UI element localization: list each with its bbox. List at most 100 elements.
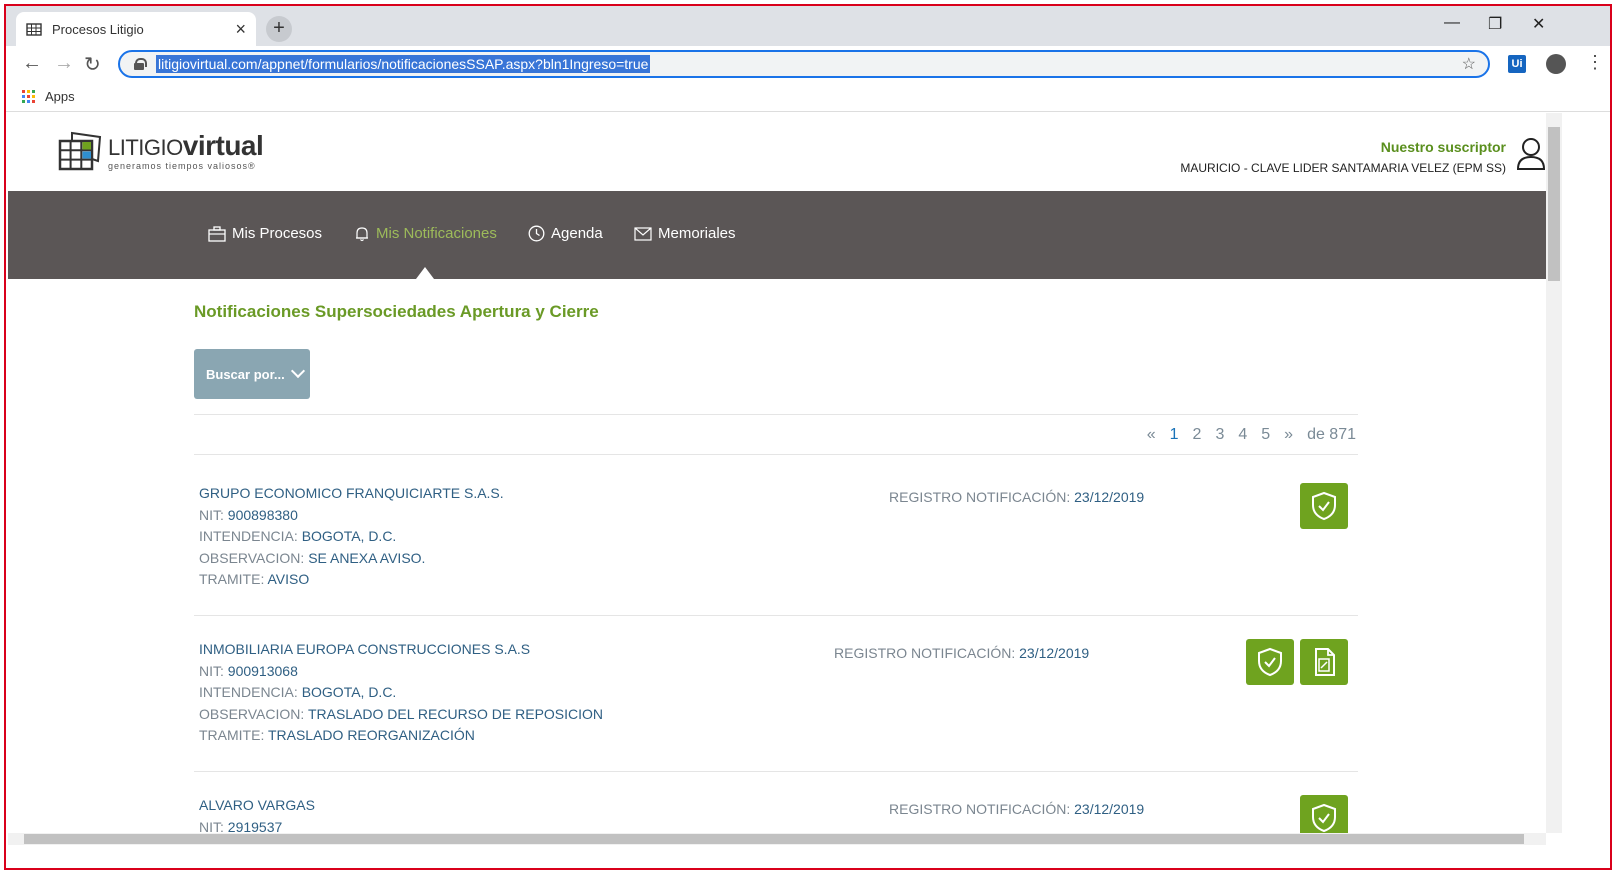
chevron-down-icon [290,363,305,379]
nit-value: 2919537 [227,818,283,834]
observacion-label: OBSERVACION: [199,549,309,566]
nav-agenda[interactable]: Agenda [528,225,603,242]
pager-prev[interactable]: « [1147,426,1156,444]
intendencia-value: BOGOTA, D.C. [301,528,397,544]
user-icon[interactable] [1516,137,1546,171]
apps-grid-icon[interactable] [22,90,35,103]
minimize-icon[interactable]: — [1444,14,1460,32]
nit-label: NIT: [199,662,228,679]
browser-menu-icon[interactable]: ⋮ [1586,52,1604,73]
shield-check-icon [1312,491,1336,521]
vertical-scroll-thumb[interactable] [1548,127,1560,281]
forward-arrow-icon[interactable]: → [54,52,74,75]
close-window-icon[interactable]: ✕ [1532,14,1545,34]
restore-icon[interactable]: ❐ [1488,14,1502,34]
shield-check-button[interactable] [1300,483,1348,529]
nav-label: Agenda [551,225,603,242]
extension-ui-icon[interactable]: Ui [1508,55,1526,73]
clock-icon [528,225,545,242]
shield-check-button[interactable] [1300,795,1348,833]
tramite-value: TRASLADO REORGANIZACIÓN [267,727,475,743]
shield-check-icon [1312,803,1336,833]
company-name[interactable]: INMOBILIARIA EUROPA CONSTRUCCIONES S.A.S [199,639,603,661]
shield-check-icon [1258,647,1282,677]
company-name[interactable]: ALVARO VARGAS [199,795,315,817]
nav-label: Mis Notificaciones [376,225,497,242]
observacion-value: SE ANEXA AVISO. [308,549,426,566]
browser-toolbar: ← → ↻ litigiovirtual.com/appnet/formular… [6,46,1610,82]
registro-date: 23/12/2019 [1074,489,1145,505]
profile-avatar-icon[interactable] [1546,54,1566,74]
divider [194,414,1358,415]
registro-notificacion: REGISTRO NOTIFICACIÓN: 23/12/2019 [889,801,1144,817]
site-logo[interactable]: LITIGIOvirtual generamos tiempos valioso… [58,131,264,171]
pager-page-4[interactable]: 4 [1238,426,1247,444]
company-name[interactable]: GRUPO ECONOMICO FRANQUICIARTE S.A.S. [199,483,504,505]
nav-mis-notificaciones[interactable]: Mis Notificaciones [354,225,497,242]
divider [194,615,1358,616]
registro-notificacion: REGISTRO NOTIFICACIÓN: 23/12/2019 [889,489,1144,505]
nit-value: 900913068 [227,662,298,679]
horizontal-scrollbar[interactable] [8,833,1546,845]
record-details: ALVARO VARGAS NIT: 2919537 [199,795,315,833]
page-viewport: LITIGIOvirtual generamos tiempos valioso… [8,113,1546,833]
pager-page-5[interactable]: 5 [1261,426,1270,444]
pager-page-2[interactable]: 2 [1193,426,1202,444]
pager-next[interactable]: » [1284,426,1293,444]
registro-date: 23/12/2019 [1074,801,1145,817]
record-details: INMOBILIARIA EUROPA CONSTRUCCIONES S.A.S… [199,639,603,747]
site-header: LITIGIOvirtual generamos tiempos valioso… [8,113,1546,191]
tab-close-icon[interactable]: × [235,19,246,40]
nit-label: NIT: [199,506,228,523]
address-bar[interactable]: litigiovirtual.com/appnet/formularios/no… [118,50,1490,78]
observacion-value: TRASLADO DEL RECURSO DE REPOSICION [307,705,604,722]
pager-page-1[interactable]: 1 [1170,426,1179,444]
intendencia-label: INTENDENCIA: [199,528,302,544]
tab-title: Procesos Litigio [52,21,144,37]
tab-favicon-icon [26,21,42,37]
intendencia-label: INTENDENCIA: [199,684,302,700]
vertical-scrollbar[interactable] [1546,113,1562,833]
record-details: GRUPO ECONOMICO FRANQUICIARTE S.A.S. NIT… [199,483,504,591]
search-by-dropdown[interactable]: Buscar por... [194,349,310,399]
new-tab-button[interactable]: + [266,16,292,42]
page-title: Notificaciones Supersociedades Apertura … [194,302,599,321]
notification-row: GRUPO ECONOMICO FRANQUICIARTE S.A.S. NIT… [194,483,1358,623]
document-icon [1315,648,1335,676]
notification-row: INMOBILIARIA EUROPA CONSTRUCCIONES S.A.S… [194,639,1358,779]
apps-bookmark[interactable]: Apps [45,89,75,104]
browser-window: Procesos Litigio × + — ❐ ✕ ← → ↻ litigio… [4,4,1612,870]
pager-total: de 871 [1307,426,1356,443]
subscriber-label: Nuestro suscriptor [1380,139,1506,155]
registro-date: 23/12/2019 [1019,645,1090,661]
back-arrow-icon[interactable]: ← [22,52,42,75]
registro-label: REGISTRO NOTIFICACIÓN: [889,489,1075,505]
nav-label: Mis Procesos [232,225,323,242]
logo-grid-icon [58,131,102,171]
logo-text-light: LITIGIO [108,134,183,160]
shield-check-button[interactable] [1246,639,1294,685]
tab-strip: Procesos Litigio × + — ❐ ✕ [6,6,1610,46]
horizontal-scroll-thumb[interactable] [24,834,1524,844]
pager-page-3[interactable]: 3 [1215,426,1224,444]
lock-icon [134,58,147,70]
intendencia-value: BOGOTA, D.C. [301,684,397,700]
envelope-icon [634,226,652,241]
bookmark-star-icon[interactable]: ☆ [1462,54,1476,74]
subscriber-info: Nuestro suscriptor MAURICIO - CLAVE LIDE… [1180,139,1506,175]
observacion-label: OBSERVACION: [199,705,308,722]
active-nav-caret [416,267,434,279]
search-by-label: Buscar por... [206,366,285,382]
bell-icon [356,226,368,241]
nav-memoriales[interactable]: Memoriales [634,225,736,242]
bookmarks-bar: Apps [6,82,1610,112]
pagination: « 1 2 3 4 5 » de 871 [1147,426,1356,444]
document-button[interactable] [1300,639,1348,685]
registro-notificacion: REGISTRO NOTIFICACIÓN: 23/12/2019 [834,645,1089,661]
nav-label: Memoriales [658,225,736,242]
registro-label: REGISTRO NOTIFICACIÓN: [889,801,1075,817]
nav-mis-procesos[interactable]: Mis Procesos [208,225,322,242]
browser-tab[interactable]: Procesos Litigio × [16,12,256,46]
reload-icon[interactable]: ↻ [84,52,101,77]
url-text[interactable]: litigiovirtual.com/appnet/formularios/no… [156,55,651,73]
